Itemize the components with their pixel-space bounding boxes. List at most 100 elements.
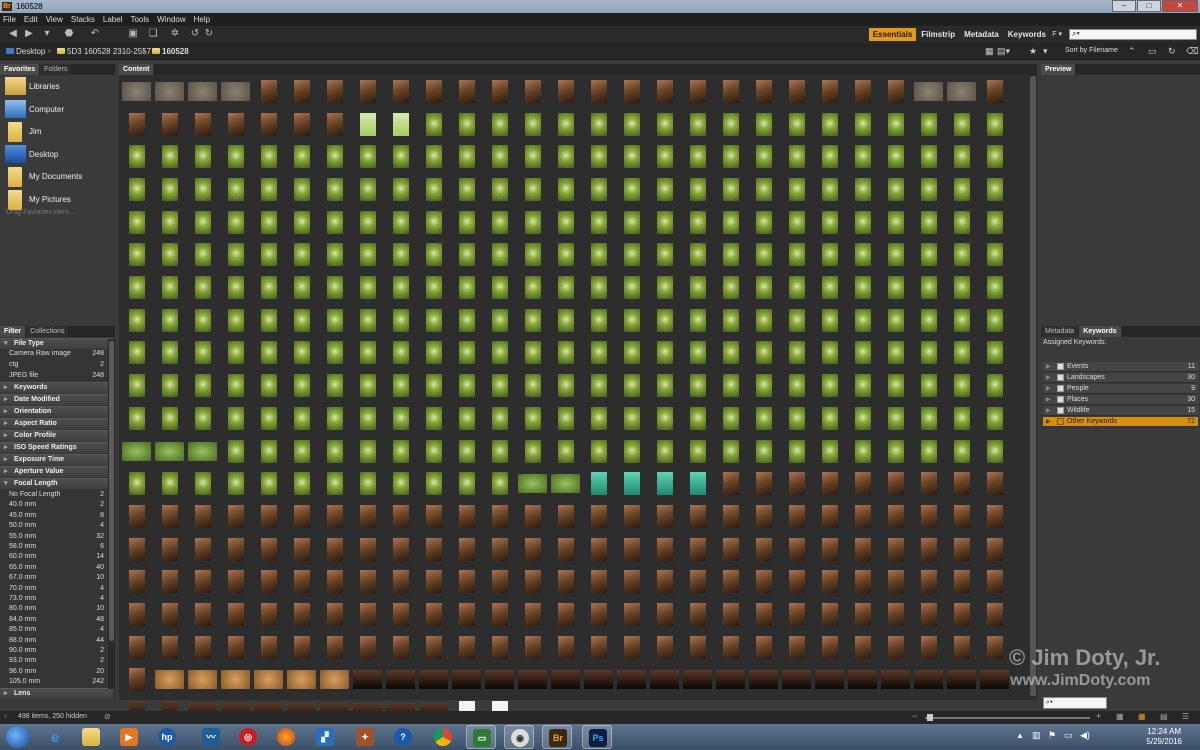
thumbnail[interactable] [755, 570, 772, 594]
thumbnail[interactable] [920, 243, 937, 267]
thumbnail[interactable] [557, 570, 574, 594]
thumbnail[interactable] [557, 112, 574, 136]
thumbnail[interactable] [656, 308, 673, 332]
thumbnail[interactable] [755, 374, 772, 398]
thumbnail[interactable] [821, 145, 838, 169]
thumbnail[interactable] [623, 145, 640, 169]
thumbnail[interactable] [293, 472, 310, 496]
taskbar-app-compass[interactable]: ◉ [504, 725, 534, 749]
thumbnail[interactable] [656, 112, 673, 136]
thumbnail[interactable] [128, 406, 145, 430]
thumbnail[interactable] [854, 635, 871, 659]
thumbnail[interactable] [821, 341, 838, 365]
thumbnail[interactable] [920, 635, 937, 659]
thumbnail[interactable] [359, 537, 376, 561]
filter-header-aspect-ratio[interactable]: Aspect Ratio [0, 418, 113, 429]
thumbnail[interactable] [524, 276, 541, 300]
taskbar-bridge[interactable]: Br [542, 725, 572, 749]
expand-arrow-icon[interactable]: ▶ [1046, 395, 1051, 405]
thumbnail[interactable] [491, 243, 508, 267]
thumbnail[interactable] [854, 439, 871, 463]
thumbnail[interactable] [755, 439, 772, 463]
taskbar-chrome[interactable] [428, 725, 458, 749]
thumbnail[interactable] [557, 308, 574, 332]
thumbnail[interactable] [326, 439, 343, 463]
thumbnail[interactable] [359, 439, 376, 463]
thumbnail[interactable] [161, 374, 178, 398]
thumbnail[interactable] [227, 504, 244, 528]
thumbnail[interactable] [854, 472, 871, 496]
thumbnail[interactable] [986, 537, 1003, 561]
thumbnail[interactable] [161, 145, 178, 169]
thumbnail[interactable] [491, 537, 508, 561]
thumbnail[interactable] [887, 635, 904, 659]
thumbnail[interactable] [557, 537, 574, 561]
thumbnail[interactable] [683, 670, 712, 690]
thumbnail[interactable] [425, 243, 442, 267]
thumbnail[interactable] [491, 406, 508, 430]
thumbnail[interactable] [854, 177, 871, 201]
thumbnail[interactable] [491, 112, 508, 136]
thumbnail[interactable] [194, 635, 211, 659]
thumbnail[interactable] [485, 670, 514, 690]
thumbnail[interactable] [260, 439, 277, 463]
expand-arrow-icon[interactable]: ▶ [1046, 384, 1051, 394]
thumbnail[interactable] [722, 406, 739, 430]
thumbnail[interactable] [590, 112, 607, 136]
thumbnail[interactable] [227, 406, 244, 430]
tab-filter[interactable]: Filter [0, 326, 26, 337]
filter-header-keywords[interactable]: Keywords [0, 382, 113, 393]
thumbnail[interactable] [392, 112, 409, 136]
keyword-row-events[interactable]: ▶ Events 11 [1043, 362, 1198, 372]
thumbnail[interactable] [722, 504, 739, 528]
thumbnail[interactable] [920, 472, 937, 496]
thumbnail[interactable] [953, 276, 970, 300]
content-scroll-thumb[interactable] [1030, 76, 1036, 696]
thumbnail[interactable] [458, 406, 475, 430]
thumbnail[interactable] [722, 243, 739, 267]
expand-arrow-icon[interactable]: ▶ [1046, 362, 1051, 372]
thumbnail[interactable] [722, 635, 739, 659]
thumbnail[interactable] [887, 374, 904, 398]
thumbnail[interactable] [689, 79, 706, 103]
thumbnail[interactable] [656, 570, 673, 594]
thumbnail[interactable] [590, 504, 607, 528]
thumbnail[interactable] [188, 670, 217, 690]
thumbnail[interactable] [386, 670, 415, 690]
thumbnail[interactable] [458, 537, 475, 561]
thumbnail[interactable] [194, 504, 211, 528]
thumbnail[interactable] [260, 635, 277, 659]
thumbnail[interactable] [788, 210, 805, 234]
taskbar-photoshop[interactable]: Ps [582, 725, 612, 749]
thumbnail[interactable] [326, 537, 343, 561]
thumbnail[interactable] [722, 537, 739, 561]
thumbnail[interactable] [953, 177, 970, 201]
thumbnail[interactable] [425, 570, 442, 594]
thumbnail[interactable] [557, 210, 574, 234]
thumbnail[interactable] [986, 177, 1003, 201]
thumbnail[interactable] [260, 243, 277, 267]
filter-header-date-modified[interactable]: Date Modified [0, 394, 113, 405]
thumbnail[interactable] [287, 670, 316, 690]
thumbnail[interactable] [359, 308, 376, 332]
workspace-metadata[interactable]: Metadata [960, 28, 1003, 41]
thumbnail[interactable] [491, 635, 508, 659]
thumbnail[interactable] [419, 670, 448, 690]
thumbnail[interactable] [755, 79, 772, 103]
keyword-checkbox[interactable] [1057, 363, 1064, 370]
thumbnail[interactable] [392, 341, 409, 365]
thumbnail[interactable] [986, 79, 1003, 103]
menu-file[interactable]: File [3, 15, 16, 24]
thumbnail[interactable] [194, 243, 211, 267]
thumbnail[interactable] [722, 374, 739, 398]
thumbnail[interactable] [392, 570, 409, 594]
thumbnail[interactable] [986, 472, 1003, 496]
thumbnail[interactable] [821, 276, 838, 300]
tray-flag-icon[interactable]: ⚑ [1048, 730, 1056, 741]
thumbnail[interactable] [656, 243, 673, 267]
thumbnail[interactable] [254, 670, 283, 690]
thumbnail[interactable] [755, 406, 772, 430]
thumbnail[interactable] [161, 472, 178, 496]
tab-preview[interactable]: Preview [1041, 64, 1076, 75]
thumbnail[interactable] [854, 603, 871, 627]
